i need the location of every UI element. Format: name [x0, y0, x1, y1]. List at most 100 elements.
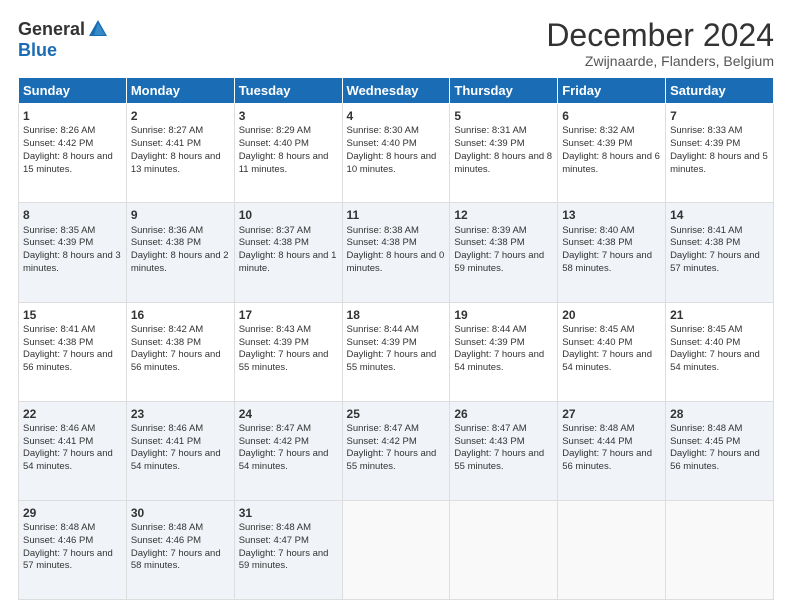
- day-number: 1: [23, 108, 122, 124]
- sunrise-text: Sunrise: 8:48 AM: [239, 522, 311, 533]
- daylight-label: Daylight: 7 hours and 58 minutes.: [562, 250, 652, 274]
- sunrise-text: Sunrise: 8:30 AM: [347, 125, 419, 136]
- table-row: 4Sunrise: 8:30 AMSunset: 4:40 PMDaylight…: [342, 104, 450, 203]
- day-number: 18: [347, 307, 446, 323]
- sunset-text: Sunset: 4:40 PM: [347, 138, 417, 149]
- table-row: 22Sunrise: 8:46 AMSunset: 4:41 PMDayligh…: [19, 401, 127, 500]
- sunrise-text: Sunrise: 8:38 AM: [347, 225, 419, 236]
- sunset-text: Sunset: 4:42 PM: [23, 138, 93, 149]
- table-row: 10 Sunrise: 8:37 AMSunset: 4:38 PM Dayligh…: [234, 203, 342, 302]
- table-row: 18Sunrise: 8:44 AMSunset: 4:39 PMDayligh…: [342, 302, 450, 401]
- daylight-label: Daylight: 7 hours and 54 minutes.: [239, 448, 329, 472]
- day-number: 14: [670, 207, 769, 223]
- calendar-week-2: 8Sunrise: 8:35 AMSunset: 4:39 PMDaylight…: [19, 203, 774, 302]
- table-row: 25Sunrise: 8:47 AMSunset: 4:42 PMDayligh…: [342, 401, 450, 500]
- sunset-text: Sunset: 4:44 PM: [562, 436, 632, 447]
- day-number: 10: [239, 207, 338, 223]
- day-number: 31: [239, 505, 338, 521]
- sunrise-text: Sunrise: 8:48 AM: [23, 522, 95, 533]
- logo-icon: [87, 18, 109, 40]
- sunset-text: Sunset: 4:38 PM: [562, 237, 632, 248]
- logo-general-text: General: [18, 19, 85, 40]
- header-row: Sunday Monday Tuesday Wednesday Thursday…: [19, 78, 774, 104]
- daylight-label: Daylight: 7 hours and 56 minutes.: [23, 349, 113, 373]
- day-number: 27: [562, 406, 661, 422]
- day-number: 24: [239, 406, 338, 422]
- daylight-label: Daylight: 8 hours and 15 minutes.: [23, 151, 113, 175]
- table-row: 20Sunrise: 8:45 AMSunset: 4:40 PMDayligh…: [558, 302, 666, 401]
- table-row: 23Sunrise: 8:46 AM Sunset: 4:41 PMDayligh…: [126, 401, 234, 500]
- day-number: 22: [23, 406, 122, 422]
- col-saturday: Saturday: [666, 78, 774, 104]
- daylight-label: Daylight: 7 hours and 57 minutes.: [670, 250, 760, 274]
- day-number: 8: [23, 207, 122, 223]
- sunrise-text: Sunrise: 8:44 AM: [454, 324, 526, 335]
- day-number: 5: [454, 108, 553, 124]
- sunset-text: Sunset: 4:41 PM: [131, 138, 201, 149]
- day-number: 4: [347, 108, 446, 124]
- day-number: 23: [131, 406, 230, 422]
- table-row: 31Sunrise: 8:48 AMSunset: 4:47 PMDayligh…: [234, 500, 342, 599]
- daylight-label: Daylight: 8 hours and 1 minute.: [239, 250, 337, 274]
- daylight-label: Daylight: 8 hours and 3 minutes.: [23, 250, 121, 274]
- sunset-text: Sunset: 4:38 PM: [239, 237, 309, 248]
- col-friday: Friday: [558, 78, 666, 104]
- col-thursday: Thursday: [450, 78, 558, 104]
- sunset-text: Sunset: 4:39 PM: [23, 237, 93, 248]
- sunrise-text: Sunrise: 8:26 AM: [23, 125, 95, 136]
- sunset-text: Sunset: 4:41 PM: [131, 436, 201, 447]
- daylight-label: Daylight: 7 hours and 54 minutes.: [454, 349, 544, 373]
- daylight-label: Daylight: 7 hours and 54 minutes.: [131, 448, 221, 472]
- table-row: 17Sunrise: 8:43 AMSunset: 4:39 PMDayligh…: [234, 302, 342, 401]
- sunrise-text: Sunrise: 8:46 AM: [131, 423, 203, 434]
- daylight-label: Daylight: 7 hours and 59 minutes.: [454, 250, 544, 274]
- sunrise-text: Sunrise: 8:45 AM: [670, 324, 742, 335]
- sunset-text: Sunset: 4:39 PM: [454, 337, 524, 348]
- sunrise-text: Sunrise: 8:37 AM: [239, 225, 311, 236]
- sunset-text: Sunset: 4:45 PM: [670, 436, 740, 447]
- table-row: [558, 500, 666, 599]
- table-row: 28Sunrise: 8:48 AMSunset: 4:45 PMDayligh…: [666, 401, 774, 500]
- table-row: 13Sunrise: 8:40 AMSunset: 4:38 PMDayligh…: [558, 203, 666, 302]
- table-row: 12Sunrise: 8:39 AMSunset: 4:38 PMDayligh…: [450, 203, 558, 302]
- sunrise-text: Sunrise: 8:48 AM: [562, 423, 634, 434]
- sunset-text: Sunset: 4:46 PM: [23, 535, 93, 546]
- sunset-text: Sunset: 4:39 PM: [239, 337, 309, 348]
- sunrise-text: Sunrise: 8:33 AM: [670, 125, 742, 136]
- sunrise-text: Sunrise: 8:41 AM: [23, 324, 95, 335]
- daylight-label: Daylight: 8 hours and 11 minutes.: [239, 151, 329, 175]
- sunrise-text: Sunrise: 8:27 AM: [131, 125, 203, 136]
- sunset-text: Sunset: 4:38 PM: [23, 337, 93, 348]
- sunrise-text: Sunrise: 8:47 AM: [454, 423, 526, 434]
- calendar-week-3: 15Sunrise: 8:41 AMSunset: 4:38 PMDayligh…: [19, 302, 774, 401]
- sunrise-text: Sunrise: 8:32 AM: [562, 125, 634, 136]
- calendar-week-1: 1Sunrise: 8:26 AM Sunset: 4:42 PM Daylight…: [19, 104, 774, 203]
- table-row: 3Sunrise: 8:29 AMSunset: 4:40 PMDaylight…: [234, 104, 342, 203]
- day-number: 6: [562, 108, 661, 124]
- table-row: [666, 500, 774, 599]
- day-number: 21: [670, 307, 769, 323]
- daylight-label: Daylight: 7 hours and 58 minutes.: [131, 548, 221, 572]
- sunrise-text: Sunrise: 8:47 AM: [239, 423, 311, 434]
- sunset-text: Sunset: 4:40 PM: [562, 337, 632, 348]
- sunset-text: Sunset: 4:39 PM: [670, 138, 740, 149]
- day-number: 15: [23, 307, 122, 323]
- main-title: December 2024: [546, 18, 774, 53]
- day-number: 29: [23, 505, 122, 521]
- sunset-text: Sunset: 4:39 PM: [347, 337, 417, 348]
- sunset-text: Sunset: 4:41 PM: [23, 436, 93, 447]
- logo: General Blue: [18, 18, 109, 61]
- table-row: 11Sunrise: 8:38 AMSunset: 4:38 PMDayligh…: [342, 203, 450, 302]
- sunrise-text: Sunrise: 8:29 AM: [239, 125, 311, 136]
- sunrise-text: Sunrise: 8:36 AM: [131, 225, 203, 236]
- table-row: 2Sunrise: 8:27 AMSunset: 4:41 PMDaylight…: [126, 104, 234, 203]
- sunset-text: Sunset: 4:39 PM: [454, 138, 524, 149]
- daylight-label: Daylight: 8 hours and 5 minutes.: [670, 151, 768, 175]
- day-number: 13: [562, 207, 661, 223]
- table-row: 9Sunrise: 8:36 AMSunset: 4:38 PMDaylight…: [126, 203, 234, 302]
- table-row: 7Sunrise: 8:33 AMSunset: 4:39 PMDaylight…: [666, 104, 774, 203]
- table-row: 26Sunrise: 8:47 AMSunset: 4:43 PMDayligh…: [450, 401, 558, 500]
- sunset-text: Sunset: 4:40 PM: [670, 337, 740, 348]
- daylight-label: Daylight: 7 hours and 55 minutes.: [454, 448, 544, 472]
- title-block: December 2024 Zwijnaarde, Flanders, Belg…: [546, 18, 774, 69]
